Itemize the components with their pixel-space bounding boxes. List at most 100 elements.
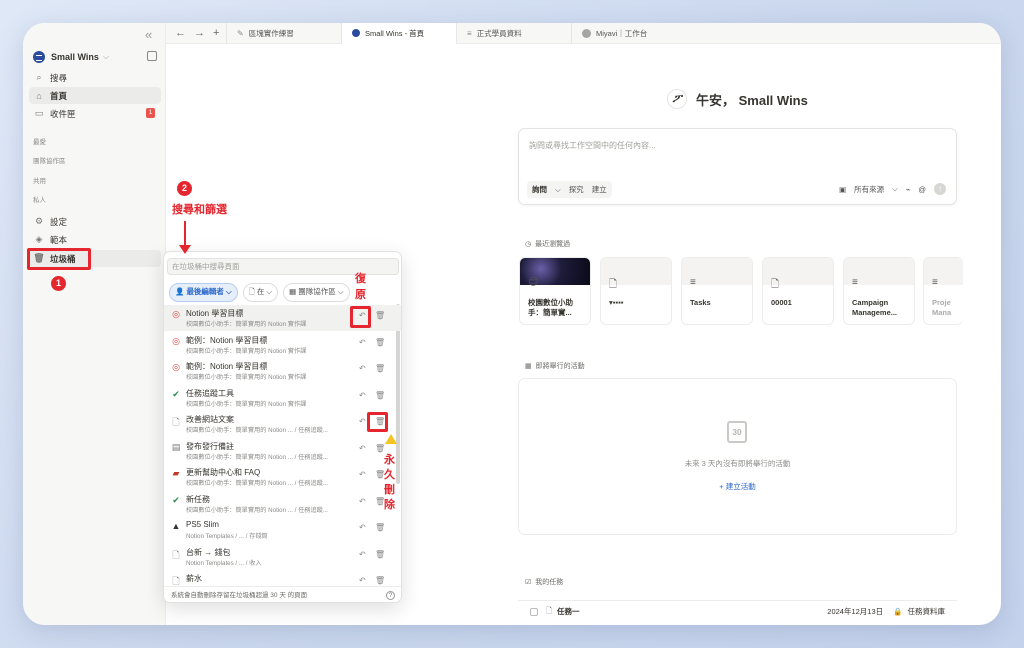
trash-item[interactable]: ▲ PS5 Slim Notion Templates / ... / 存錢筒 ↶ 🗑 — [164, 517, 401, 543]
mode-create[interactable]: 建立 — [592, 184, 607, 195]
trash-item[interactable]: ▰ 更新幫助中心和 FAQ 校園數位小助手：簡單實用的 Notion ... / 任… — [164, 464, 401, 490]
restore-icon[interactable]: ↶ — [359, 550, 366, 559]
annotation-search-filter: 搜尋和篩選 — [172, 204, 227, 216]
trash-item[interactable]: ✔ 任務追蹤工具 校園數位小助手：簡單實用的 Notion 實作課 ↶ 🗑 — [164, 385, 401, 411]
filter-teamspace[interactable]: ▦ 團隊協作區 ⌵ — [283, 283, 350, 302]
clock-icon: ◷ — [525, 241, 532, 248]
restore-icon[interactable]: ↶ — [359, 417, 366, 426]
restore-icon[interactable]: ↶ — [359, 391, 366, 400]
filter-in[interactable]: 🗋 在 ⌵ — [242, 283, 279, 302]
delete-icon[interactable]: 🗑 — [375, 576, 385, 585]
chevron-down-icon: ⌵ — [555, 184, 561, 194]
tab-practice[interactable]: ✎ 區塊實作練習 — [226, 23, 341, 44]
template-icon: ◈ — [35, 234, 43, 244]
trash-item-title: 範例：Notion 學習目標 — [186, 335, 268, 345]
sidebar-item-label: 收件匣 — [50, 108, 76, 119]
restore-icon[interactable]: ↶ — [359, 576, 366, 585]
add-tab-icon[interactable]: + — [213, 27, 219, 39]
restore-icon[interactable]: ↶ — [359, 364, 366, 373]
sidebar-item-settings[interactable]: ⚙ 設定 — [29, 213, 161, 230]
book-icon: ▰ — [172, 468, 180, 478]
mention-icon[interactable]: @ — [918, 185, 926, 194]
delete-icon[interactable]: 🗑 — [375, 550, 385, 559]
source-select[interactable]: 所有來源 — [854, 184, 884, 195]
filter-last-edited-by[interactable]: 👤 最後編輯者 ⌵ — [169, 283, 238, 302]
sidebar-item-label: 搜尋 — [50, 72, 68, 83]
section-teamspace[interactable]: 團隊協作區 — [33, 155, 66, 165]
task-row[interactable]: 🗋 任務一 2024年12月13日 🔒 任務資料庫 — [518, 600, 957, 622]
recent-card[interactable]: ≡ Campaign Manageme... — [843, 257, 915, 325]
restore-icon[interactable]: ↶ — [359, 497, 366, 506]
recent-card[interactable]: 🗋 00001 — [762, 257, 834, 325]
trash-item[interactable]: ▤ 發布發行備註 校園數位小助手：簡單實用的 Notion ... / 任務追蹤..… — [164, 438, 401, 464]
workspace-switcher[interactable]: Small Wins ⌵ — [33, 51, 109, 63]
send-icon[interactable]: ↑ — [934, 183, 946, 195]
recent-card[interactable]: 😊 校園數位小助手：簡單實... — [519, 257, 591, 325]
sidebar-item-home[interactable]: ⌂ 首頁 — [29, 87, 161, 104]
recent-card[interactable]: ≡ Proje Mana — [923, 257, 963, 325]
page-icon: 🗋 — [609, 279, 618, 290]
bag-icon: ▲ — [171, 521, 181, 531]
new-page-icon[interactable] — [147, 51, 157, 61]
trash-item[interactable]: ◎ 範例：Notion 學習目標 校園數位小助手：簡單實用的 Notion 實作課 ↶… — [164, 358, 401, 384]
tab-workbench[interactable]: Miyavi｜工作台 — [571, 23, 686, 44]
trash-item-title: 台新 → 錢包 — [186, 547, 231, 557]
help-icon[interactable]: ? — [386, 591, 395, 600]
restore-icon[interactable]: ↶ — [359, 470, 366, 479]
section-private[interactable]: 私人 — [33, 194, 46, 204]
section-favorites[interactable]: 最愛 — [33, 136, 46, 146]
trash-item[interactable]: 🗋 台新 → 錢包 Notion Templates / ... / 收入 ↶ 🗑 — [164, 544, 401, 570]
trash-item-path: 校園數位小助手：簡單實用的 Notion ... / 任務追蹤... — [186, 427, 328, 434]
inbox-icon: ▭ — [34, 108, 44, 118]
trash-item-path: 校園數位小助手：簡單實用的 Notion ... / 任務追蹤... — [186, 506, 328, 514]
page-icon: 🗋 — [172, 549, 180, 560]
checkbox-icon: ☑ — [525, 579, 532, 586]
check-icon: ✔ — [172, 388, 180, 399]
attach-icon[interactable]: ⌁ — [906, 185, 911, 194]
sidebar-item-templates[interactable]: ◈ 範本 — [29, 231, 161, 248]
trash-item-path: 校園數位小助手：簡單實用的 Notion 實作課 — [186, 400, 307, 408]
greeting-text: 午安， Small Wins — [696, 92, 808, 108]
annotation-delete-4: 除 — [384, 499, 395, 511]
forward-icon[interactable]: → — [194, 27, 205, 39]
delete-icon[interactable]: 🗑 — [375, 391, 385, 400]
restore-icon[interactable]: ↶ — [359, 523, 366, 532]
add-event-button[interactable]: + 建立活動 — [519, 481, 956, 492]
collapse-sidebar-icon[interactable]: « — [145, 27, 152, 42]
note-icon: ▤ — [171, 441, 181, 452]
target-icon: ◎ — [172, 362, 180, 372]
recent-card[interactable]: 🗋 ▾▪▪▪▪ — [600, 257, 672, 325]
mode-explore[interactable]: 探究 — [569, 184, 584, 195]
delete-icon[interactable]: 🗑 — [375, 364, 385, 373]
check-icon: ✔ — [172, 494, 180, 505]
pencil-icon: ✎ — [237, 28, 244, 38]
tab-students[interactable]: ≡ 正式學員資料 — [456, 23, 571, 44]
ask-box[interactable]: 詢問或尋找工作空間中的任何內容... 詢問 ⌵ 探究 建立 ▣ 所有來源 ⌵ ⌁… — [518, 128, 957, 205]
section-shared[interactable]: 共用 — [33, 175, 46, 185]
delete-icon[interactable]: 🗑 — [375, 523, 385, 532]
ask-placeholder[interactable]: 詢問或尋找工作空間中的任何內容... — [529, 140, 656, 151]
sidebar-item-search[interactable]: ⌕ 搜尋 — [29, 69, 161, 86]
tab-home[interactable]: Small Wins - 首頁 — [341, 23, 456, 44]
recent-card-title: Tasks — [690, 298, 711, 307]
trash-item[interactable]: ✔ 新任務 校園數位小助手：簡單實用的 Notion ... / 任務追蹤... ↶ 🗑 — [164, 491, 401, 517]
back-icon[interactable]: ← — [175, 27, 186, 39]
sidebar-item-inbox[interactable]: ▭ 收件匣 1 — [29, 105, 161, 122]
delete-icon[interactable]: 🗑 — [375, 311, 385, 320]
trash-item-path: 校園數位小助手：簡單實用的 Notion ... / 任務追蹤... — [186, 480, 328, 487]
emoji-icon: 😊 — [528, 277, 539, 288]
restore-icon[interactable]: ↶ — [359, 338, 366, 347]
recent-card[interactable]: ≡ Tasks — [681, 257, 753, 325]
mode-ask[interactable]: 詢問 — [532, 184, 547, 195]
database-icon: ≡ — [932, 277, 938, 288]
events-heading: ▦ 即將舉行的活動 — [525, 363, 585, 370]
task-checkbox[interactable] — [530, 607, 538, 616]
calendar-icon: ▦ — [525, 363, 532, 370]
restore-icon[interactable]: ↶ — [359, 444, 366, 453]
annotation-arrow-head — [179, 245, 191, 254]
annotation-arrow — [184, 221, 186, 247]
delete-icon[interactable]: 🗑 — [375, 338, 385, 347]
target-icon: ◎ — [172, 309, 180, 319]
database-icon: ≡ — [690, 277, 696, 288]
trash-item[interactable]: ◎ 範例：Notion 學習目標 校園數位小助手：簡單實用的 Notion 實作課 ↶… — [164, 332, 401, 358]
